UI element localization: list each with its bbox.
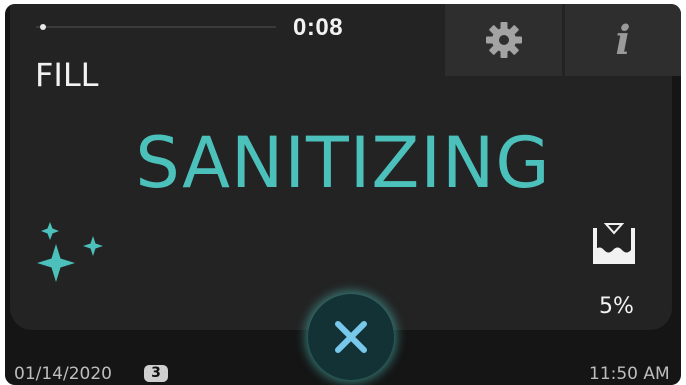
count-badge: 3: [144, 365, 168, 382]
info-button[interactable]: i: [565, 4, 681, 76]
settings-button[interactable]: [445, 4, 562, 76]
gear-icon: [485, 22, 522, 58]
clock-display: 11:50 AM: [589, 364, 670, 384]
water-level-icon: [593, 223, 635, 264]
sparkles-icon: [37, 222, 103, 282]
cycle-phase-label: FILL: [35, 56, 99, 94]
cycle-status-title: SANITIZING: [135, 122, 551, 204]
close-icon: [335, 321, 367, 353]
info-icon: i: [615, 16, 631, 64]
elapsed-timer: 0:08: [293, 14, 344, 41]
cycle-progress-bar: [36, 24, 276, 30]
date-display: 01/14/2020: [14, 364, 112, 384]
cancel-button[interactable]: [308, 294, 394, 380]
appliance-display: 0:08 FILL i SANITIZING 5% 01/14/2020 3 1…: [5, 4, 681, 385]
water-level-percent: 5%: [599, 294, 634, 319]
